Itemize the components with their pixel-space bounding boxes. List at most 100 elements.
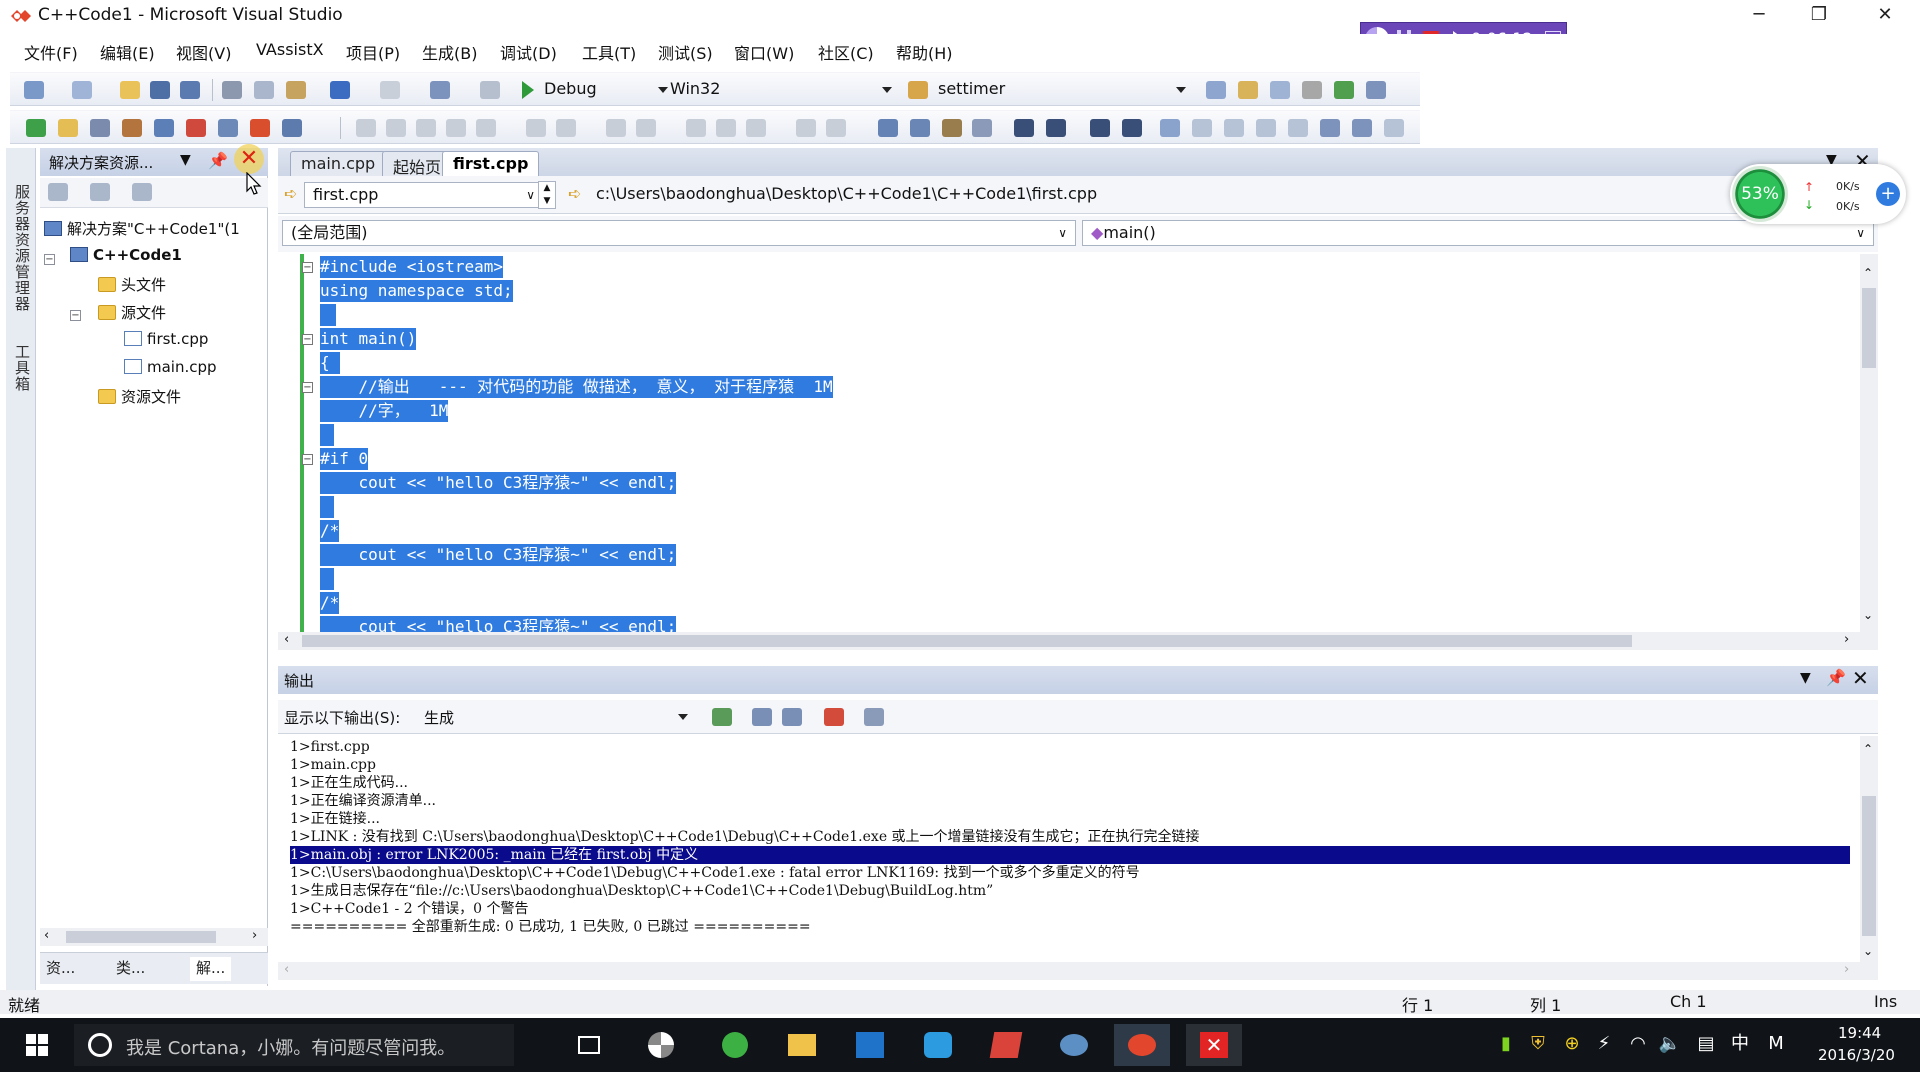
align-bottom-icon[interactable]	[476, 119, 496, 137]
scroll-down-icon[interactable]: ⌄	[1863, 944, 1873, 958]
horizontal-scrollbar[interactable]: ‹ ›	[278, 962, 1878, 980]
next-bookmark-icon[interactable]	[1224, 119, 1244, 137]
wifi-icon[interactable]: ◠	[1626, 1032, 1650, 1056]
menu-window[interactable]: 窗口(W)	[734, 40, 794, 64]
menu-view[interactable]: 视图(V)	[176, 40, 231, 64]
menu-tools[interactable]: 工具(T)	[582, 40, 636, 64]
scroll-left-icon[interactable]: ‹	[44, 928, 49, 943]
visual-studio-task-icon[interactable]	[1114, 1024, 1170, 1066]
tab-first-cpp[interactable]: first.cpp	[442, 151, 540, 176]
word-wrap-icon[interactable]	[864, 708, 884, 726]
add-item-icon[interactable]	[72, 81, 92, 99]
fold-toggle-icon[interactable]: −	[302, 262, 313, 273]
paste-icon[interactable]	[286, 81, 306, 99]
save-icon[interactable]	[150, 81, 170, 99]
refactor-icon[interactable]	[122, 119, 142, 137]
collapse-toggle-icon[interactable]: −	[44, 254, 55, 265]
output-source-dropdown[interactable]: 生成	[420, 704, 696, 730]
tree-file-main-cpp[interactable]: main.cpp	[124, 358, 217, 382]
find-combo[interactable]: settimer	[938, 79, 1198, 103]
close-window-button[interactable]: ✕	[1856, 0, 1914, 32]
properties-icon[interactable]	[1238, 81, 1258, 99]
toolbox-icon[interactable]	[1302, 81, 1322, 99]
navigate-backward-icon[interactable]	[430, 81, 450, 99]
vertical-scrollbar[interactable]: ⌃ ⌄	[1860, 254, 1878, 632]
store-icon[interactable]	[842, 1024, 898, 1066]
scroll-right-icon[interactable]: ›	[252, 928, 257, 943]
file-explorer-icon[interactable]	[774, 1024, 830, 1066]
align-center-icon[interactable]	[386, 119, 406, 137]
properties-icon[interactable]	[132, 183, 152, 201]
window-layout-icon[interactable]	[1366, 81, 1386, 99]
tree-file-first-cpp[interactable]: first.cpp	[124, 330, 208, 354]
tree-project-node[interactable]: C++Code1	[70, 246, 182, 270]
find-symbol-icon[interactable]	[90, 119, 110, 137]
chevron-down-icon[interactable]	[1176, 87, 1186, 93]
center-horizontally-icon[interactable]	[686, 119, 706, 137]
previous-bookmark-document-icon[interactable]	[1352, 119, 1372, 137]
file-combo[interactable]: first.cpp ∨	[304, 182, 542, 208]
pin-icon[interactable]: 📌	[208, 151, 228, 170]
menu-community[interactable]: 社区(C)	[818, 40, 874, 64]
copy-icon[interactable]	[254, 81, 274, 99]
decrease-indent-icon[interactable]	[1014, 119, 1034, 137]
chevron-down-icon[interactable]: ▼	[180, 152, 191, 168]
pin-icon[interactable]: 📌	[1826, 668, 1846, 687]
close-panel-icon[interactable]: ✕	[1852, 666, 1869, 690]
fold-toggle-icon[interactable]: −	[302, 334, 313, 345]
center-vertically-icon[interactable]	[716, 119, 736, 137]
open-file-in-solution-icon[interactable]	[58, 119, 78, 137]
increase-indent-icon[interactable]	[1046, 119, 1066, 137]
make-same-width-icon[interactable]	[526, 119, 546, 137]
object-browser-icon[interactable]	[1270, 81, 1290, 99]
scope-dropdown[interactable]: (全局范围) ∨	[282, 220, 1076, 246]
align-right-icon[interactable]	[416, 119, 436, 137]
tree-resource-files-folder[interactable]: 资源文件	[98, 386, 181, 410]
chevron-down-icon[interactable]	[882, 87, 892, 93]
server-explorer-tab[interactable]: 服务器资源管理器	[12, 184, 33, 312]
network-monitor-widget[interactable]: 53% ↑ ↓ 0K/s 0K/s +	[1730, 164, 1906, 224]
toolbox-tab[interactable]: 工具箱	[12, 344, 33, 392]
scroll-down-icon[interactable]: ⌄	[1863, 608, 1873, 622]
tree-solution-node[interactable]: 解决方案"C++Code1"(1	[44, 218, 240, 242]
menu-vassistx[interactable]: VAssistX	[256, 40, 324, 59]
find-text-icon[interactable]	[910, 119, 930, 137]
menu-file[interactable]: 文件(F)	[24, 40, 78, 64]
new-project-icon[interactable]	[24, 81, 44, 99]
horizontal-spacing-icon[interactable]	[606, 119, 626, 137]
scroll-left-icon[interactable]: ‹	[284, 632, 289, 647]
platform-dropdown[interactable]: Win32	[670, 79, 910, 103]
restore-button[interactable]: ❐	[1790, 0, 1848, 32]
paste-special-icon[interactable]	[282, 119, 302, 137]
word-completion-icon[interactable]	[972, 119, 992, 137]
tab-solution-explorer[interactable]: 解...	[190, 957, 232, 981]
browser-icon[interactable]	[706, 1024, 762, 1066]
comment-out-icon[interactable]	[1090, 119, 1110, 137]
clear-all-icon[interactable]	[824, 708, 844, 726]
align-top-icon[interactable]	[446, 119, 466, 137]
next-bookmark-document-icon[interactable]	[1320, 119, 1340, 137]
ime-mode-indicator[interactable]: M	[1764, 1032, 1788, 1056]
volume-icon[interactable]: 🔈	[1658, 1032, 1682, 1056]
start-page-icon[interactable]	[1334, 81, 1354, 99]
plus-circle-icon[interactable]: ⊕	[1560, 1032, 1584, 1056]
previous-bookmark-folder-icon[interactable]	[1256, 119, 1276, 137]
app-pinwheel-icon[interactable]	[632, 1024, 688, 1066]
redo-icon[interactable]	[380, 81, 400, 99]
save-all-icon[interactable]	[180, 81, 200, 99]
power-icon[interactable]: ⚡	[1592, 1032, 1616, 1056]
tree-header-files-folder[interactable]: 头文件	[98, 274, 166, 298]
previous-bookmark-icon[interactable]	[1192, 119, 1212, 137]
insert-code-icon[interactable]	[218, 119, 238, 137]
task-view-icon[interactable]	[560, 1024, 616, 1066]
tree-source-files-folder[interactable]: 源文件	[98, 302, 166, 326]
member-dropdown[interactable]: ◆main() ∨	[1082, 220, 1874, 246]
output-text[interactable]: 1>first.cpp 1>main.cpp 1>正在生成代码... 1>正在编…	[278, 736, 1858, 962]
menu-project[interactable]: 项目(P)	[346, 40, 400, 64]
lock-controls-icon[interactable]	[796, 119, 816, 137]
undo-icon[interactable]	[330, 81, 350, 99]
menu-build[interactable]: 生成(B)	[422, 40, 477, 64]
menu-test[interactable]: 测试(S)	[658, 40, 713, 64]
align-left-icon[interactable]	[356, 119, 376, 137]
menu-edit[interactable]: 编辑(E)	[100, 40, 155, 64]
